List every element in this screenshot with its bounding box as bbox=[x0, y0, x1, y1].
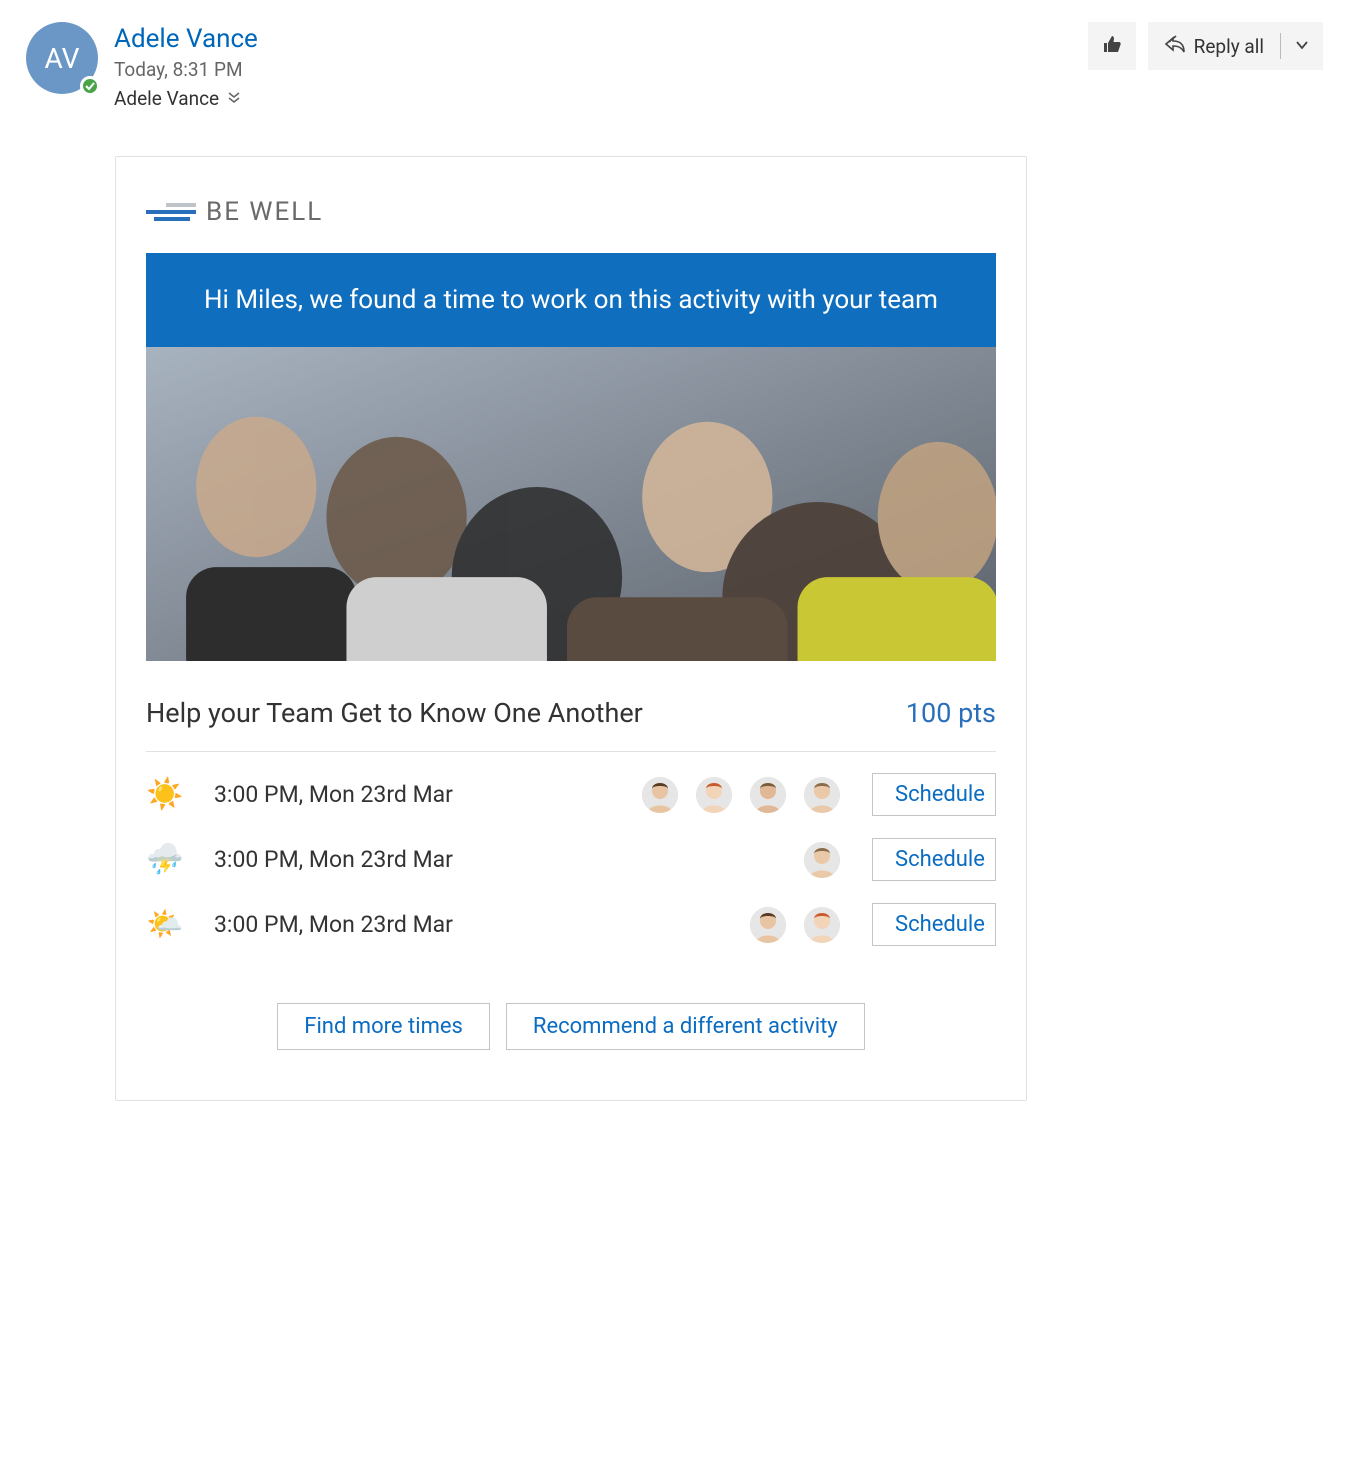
activity-title-row: Help your Team Get to Know One Another 1… bbox=[146, 697, 996, 729]
chevron-down-icon bbox=[1295, 37, 1309, 56]
attendee-list bbox=[750, 907, 840, 943]
avatar-wrap: AV bbox=[26, 22, 98, 94]
brand-logo-icon bbox=[146, 203, 196, 221]
reply-all-icon bbox=[1164, 34, 1186, 58]
attendee-avatar[interactable] bbox=[804, 842, 840, 878]
attendee-list bbox=[804, 842, 840, 878]
hero-banner: Hi Miles, we found a time to work on thi… bbox=[146, 253, 996, 347]
partly-cloudy-icon: 🌤️ bbox=[146, 907, 182, 943]
slot-time: 3:00 PM, Mon 23rd Mar bbox=[214, 846, 804, 873]
activity-points: 100 pts bbox=[906, 697, 996, 729]
activity-title: Help your Team Get to Know One Another bbox=[146, 697, 643, 729]
sunny-icon: ☀️ bbox=[146, 777, 182, 813]
attendee-avatar[interactable] bbox=[642, 777, 678, 813]
reply-options-button[interactable] bbox=[1281, 22, 1323, 70]
hero-message: Hi Miles, we found a time to work on thi… bbox=[204, 285, 938, 315]
recipients-text: Adele Vance bbox=[114, 87, 219, 110]
message-header: AV Adele Vance Today, 8:31 PM Adele Vanc… bbox=[0, 0, 1345, 110]
reply-all-button[interactable]: Reply all bbox=[1148, 22, 1280, 70]
attendee-list bbox=[642, 777, 840, 813]
find-more-times-button[interactable]: Find more times bbox=[277, 1003, 490, 1050]
hero-image bbox=[146, 347, 996, 661]
like-button[interactable] bbox=[1088, 22, 1136, 70]
schedule-button[interactable]: Schedule bbox=[872, 838, 996, 881]
divider bbox=[146, 751, 996, 752]
sender-name[interactable]: Adele Vance bbox=[114, 24, 1088, 54]
header-meta: Adele Vance Today, 8:31 PM Adele Vance bbox=[114, 22, 1088, 110]
attendee-avatar[interactable] bbox=[804, 777, 840, 813]
message-timestamp: Today, 8:31 PM bbox=[114, 58, 1088, 81]
time-slot-row: 🌤️ 3:00 PM, Mon 23rd Mar Schedule bbox=[146, 892, 996, 957]
attendee-avatar[interactable] bbox=[750, 777, 786, 813]
storm-icon: ⛈️ bbox=[146, 842, 182, 878]
reply-all-label: Reply all bbox=[1194, 35, 1264, 58]
footer-actions: Find more times Recommend a different ac… bbox=[146, 1003, 996, 1050]
brand: BE WELL bbox=[146, 197, 996, 227]
time-slot-row: ⛈️ 3:00 PM, Mon 23rd Mar Schedule bbox=[146, 827, 996, 892]
brand-text: BE WELL bbox=[206, 197, 323, 227]
schedule-button[interactable]: Schedule bbox=[872, 773, 996, 816]
slot-time: 3:00 PM, Mon 23rd Mar bbox=[214, 781, 642, 808]
attendee-avatar[interactable] bbox=[750, 907, 786, 943]
slot-time: 3:00 PM, Mon 23rd Mar bbox=[214, 911, 750, 938]
recipients-row[interactable]: Adele Vance bbox=[114, 87, 1088, 110]
attendee-avatar[interactable] bbox=[696, 777, 732, 813]
thumbs-up-icon bbox=[1102, 34, 1122, 58]
time-slot-list: ☀️ 3:00 PM, Mon 23rd Mar Schedule ⛈️ 3:00 PM… bbox=[146, 762, 996, 957]
schedule-button[interactable]: Schedule bbox=[872, 903, 996, 946]
reply-all-split-button[interactable]: Reply all bbox=[1148, 22, 1323, 70]
expand-recipients-icon[interactable] bbox=[227, 87, 241, 110]
avatar-initials: AV bbox=[45, 42, 80, 75]
presence-available-icon bbox=[80, 76, 100, 96]
header-actions: Reply all bbox=[1088, 22, 1323, 70]
attendee-avatar[interactable] bbox=[804, 907, 840, 943]
activity-card: BE WELL Hi Miles, we found a time to wor… bbox=[115, 156, 1027, 1101]
recommend-activity-button[interactable]: Recommend a different activity bbox=[506, 1003, 865, 1050]
time-slot-row: ☀️ 3:00 PM, Mon 23rd Mar Schedule bbox=[146, 762, 996, 827]
